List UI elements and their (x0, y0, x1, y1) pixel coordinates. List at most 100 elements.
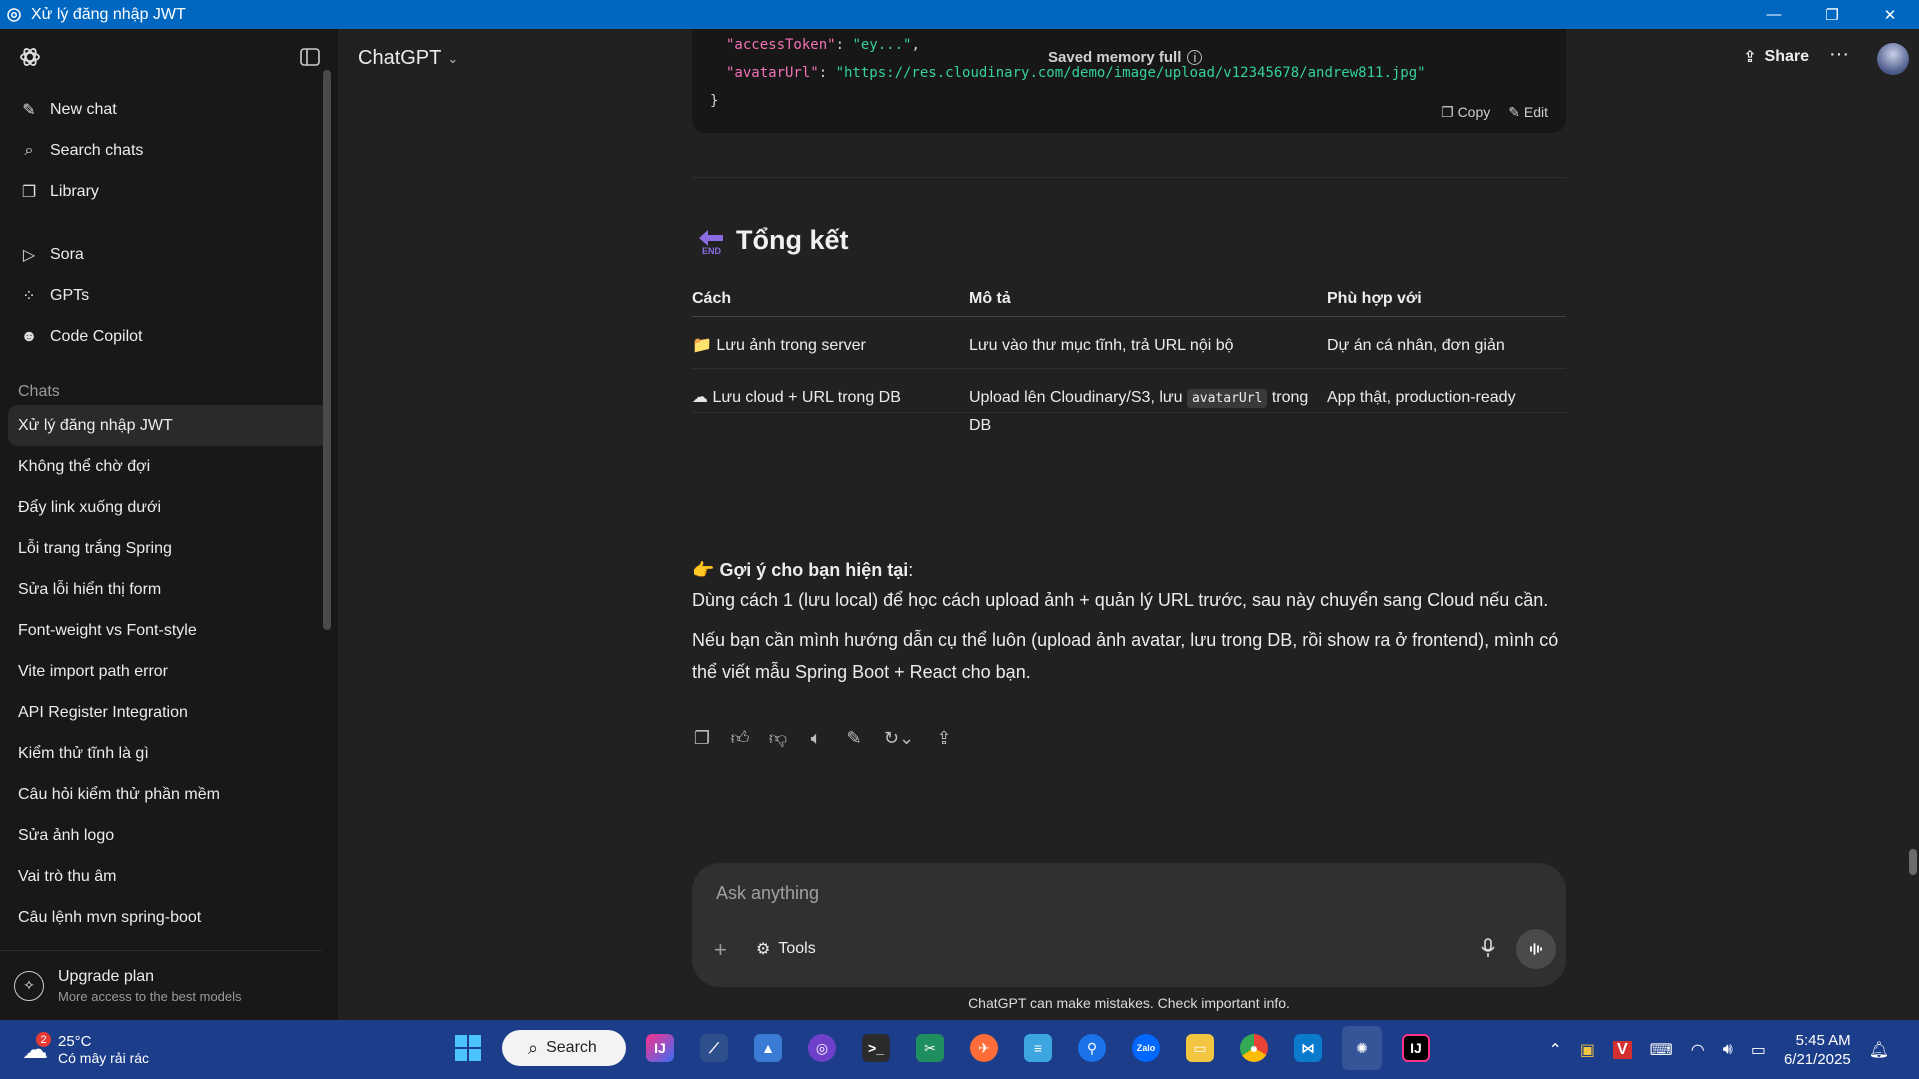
main-scrollbar[interactable] (1907, 29, 1919, 1020)
add-attachment-button[interactable]: + (714, 937, 727, 963)
chat-history-item[interactable]: Không thể chờ đợi (8, 446, 330, 487)
share-icon: ⇪ (1743, 49, 1757, 66)
battery-icon[interactable]: ▭ (1751, 1040, 1766, 1060)
chat-history-item[interactable]: Font-weight vs Font-style (8, 610, 330, 651)
ask-input[interactable]: Ask anything (716, 883, 819, 904)
sidebar-scrollbar[interactable] (322, 52, 332, 1020)
edit-code-button[interactable]: ✎ Edit (1508, 104, 1548, 121)
maps-icon[interactable]: ⚲ (1072, 1026, 1112, 1070)
chat-history-item[interactable]: Sửa lỗi hiển thị form (8, 569, 330, 610)
chatgpt-logo-icon (3, 4, 25, 26)
share-button[interactable]: ⇪ Share (1743, 47, 1809, 67)
sidebar-item-search-chats[interactable]: ⌕ Search chats (0, 130, 338, 171)
snipping-tool-icon[interactable]: ✂ (910, 1026, 950, 1070)
chart-app-icon[interactable]: ⟋ (694, 1026, 734, 1070)
avatar[interactable] (1877, 43, 1909, 75)
composer: Ask anything + ⚙ Tools (692, 863, 1566, 987)
chat-history-item[interactable]: API Register Integration (8, 692, 330, 733)
chrome-icon[interactable]: ● (1234, 1026, 1274, 1070)
sidebar-item-code-copilot[interactable]: ☻ Code Copilot (0, 316, 338, 357)
divider (692, 412, 1566, 413)
wifi-icon[interactable]: ◠ (1691, 1040, 1705, 1060)
volume-icon[interactable]: 🔊︎ (1723, 1041, 1733, 1059)
regenerate-icon[interactable]: ↻⌄ (882, 728, 916, 748)
end-arrow-icon: END (696, 226, 726, 256)
notifications-icon[interactable]: 🔔︎ (1869, 1040, 1889, 1060)
postman-icon[interactable]: ✈ (964, 1026, 1004, 1070)
point-right-icon: 👉 (692, 560, 715, 580)
saved-memory-full-notice[interactable]: Saved memory full i (1048, 49, 1203, 66)
copy-code-button[interactable]: ❐ Copy (1441, 104, 1490, 121)
voice-mode-button[interactable] (1516, 929, 1556, 969)
taskbar-search[interactable]: ⌕ Search (502, 1030, 626, 1066)
chat-history-item[interactable]: Đẩy link xuống dưới (8, 487, 330, 528)
table-header: Mô tả (969, 282, 1327, 317)
restore-button[interactable]: ❐ (1803, 0, 1861, 29)
info-icon[interactable]: i (1187, 50, 1203, 65)
close-button[interactable]: ✕ (1861, 0, 1919, 29)
sidebar-scrollbar-thumb[interactable] (323, 70, 331, 630)
tray-app-icon[interactable]: ▣ (1580, 1040, 1595, 1060)
sidebar-item-gpts[interactable]: ⁘ GPTs (0, 275, 338, 316)
chat-history-item[interactable]: Câu lệnh mvn spring-boot (8, 897, 330, 938)
weather-widget[interactable]: ☁ 2 25°C Có mây rải rác (0, 1032, 420, 1066)
upgrade-plan-button[interactable]: ✧ Upgrade plan More access to the best m… (0, 950, 322, 1020)
chat-history-item[interactable]: Kiểm thử tĩnh là gì (8, 733, 330, 774)
minimize-button[interactable]: — (1745, 0, 1803, 29)
table-header: Cách (692, 282, 969, 317)
chat-history-item[interactable]: Sửa ảnh logo (8, 815, 330, 856)
clock[interactable]: 5:45 AM 6/21/2025 (1784, 1031, 1851, 1069)
summary-heading: END Tổng kết (696, 225, 849, 256)
main-scrollbar-thumb[interactable] (1909, 849, 1917, 875)
model-selector[interactable]: ChatGPT ⌄ (358, 47, 458, 70)
play-icon: ▷ (22, 246, 36, 264)
vscode-icon[interactable]: ⋈ (1288, 1026, 1328, 1070)
keyboard-icon[interactable]: ⌨ (1650, 1040, 1673, 1060)
sidebar-item-library[interactable]: ❐ Library (0, 171, 338, 212)
share-icon[interactable]: ⇪ (934, 728, 954, 748)
disclaimer: ChatGPT can make mistakes. Check importa… (968, 995, 1290, 1011)
sidebar-item-sora[interactable]: ▷ Sora (0, 234, 338, 275)
toggle-sidebar-icon[interactable] (300, 47, 320, 71)
chat-history-item[interactable]: Lỗi trang trắng Spring (8, 528, 330, 569)
more-options-button[interactable]: ··· (1829, 43, 1849, 66)
chat-history-item[interactable]: Xử lý đăng nhập JWT (8, 405, 330, 446)
sidebar-item-label: GPTs (50, 286, 90, 304)
thumbs-up-icon[interactable]: 👍︎ (730, 728, 750, 748)
photos-icon[interactable]: ▲ (748, 1026, 788, 1070)
notepad-icon[interactable]: ≡ (1018, 1026, 1058, 1070)
weather-icon: ☁ 2 (22, 1032, 51, 1065)
thumbs-down-icon[interactable]: 👎︎ (768, 728, 788, 748)
vietkey-icon[interactable]: V (1613, 1040, 1632, 1059)
file-explorer-icon[interactable]: ▭ (1180, 1026, 1220, 1070)
zalo-icon[interactable]: Zalo (1126, 1026, 1166, 1070)
chat-history-item[interactable]: Vite import path error (8, 651, 330, 692)
sidebar: ✎ New chat ⌕ Search chats ❐ Library ▷ Sora ⁘ GPT… (0, 29, 338, 1020)
table-row: ☁ Lưu cloud + URL trong DB Upload lên Cl… (692, 368, 1566, 444)
jetbrains-icon[interactable]: IJ (1396, 1026, 1436, 1070)
chatgpt-taskbar-icon[interactable]: ✺ (1342, 1026, 1382, 1070)
taskbar: ☁ 2 25°C Có mây rải rác ⌕ Search IJ ⟋ ▲ ◎… (0, 1020, 1919, 1079)
chat-history-item[interactable]: Câu hỏi kiểm thử phần mềm (8, 774, 330, 815)
system-tray: ⌃ ▣ V ⌨ ◠ 🔊︎ ▭ 5:45 AM 6/21/2025 🔔︎ (1548, 1020, 1889, 1079)
intellij-icon[interactable]: IJ (640, 1026, 680, 1070)
cloud-icon: ☁ (692, 388, 708, 406)
weather-desc: Có mây rải rác (58, 1050, 150, 1066)
copy-icon[interactable]: ❐ (692, 728, 712, 748)
edit-icon[interactable]: ✎ (844, 728, 864, 748)
github-icon[interactable]: ◎ (802, 1026, 842, 1070)
chevron-up-icon[interactable]: ⌃ (1548, 1040, 1561, 1060)
window-titlebar: Xử lý đăng nhập JWT — ❐ ✕ (0, 0, 1919, 29)
code-line: "accessToken": "ey...", (726, 37, 920, 53)
chat-history-item[interactable]: Vai trò thu âm (8, 856, 330, 897)
tools-button[interactable]: ⚙ Tools (756, 939, 816, 959)
summary-table: Cách Mô tả Phù hợp với 📁 Lưu ảnh trong s… (692, 282, 1566, 444)
table-cell: Upload lên Cloudinary/S3, lưu avatarUrl … (969, 388, 1309, 434)
openai-logo-icon[interactable] (18, 45, 42, 74)
sidebar-item-new-chat[interactable]: ✎ New chat (0, 89, 338, 130)
windows-start-button[interactable] (448, 1026, 488, 1070)
read-aloud-icon[interactable]: 🔈︎ (806, 728, 826, 748)
microphone-icon[interactable] (1480, 938, 1496, 963)
terminal-icon[interactable]: >_ (856, 1026, 896, 1070)
table-cell: Lưu vào thư mục tĩnh, trả URL nội bộ (969, 316, 1327, 369)
